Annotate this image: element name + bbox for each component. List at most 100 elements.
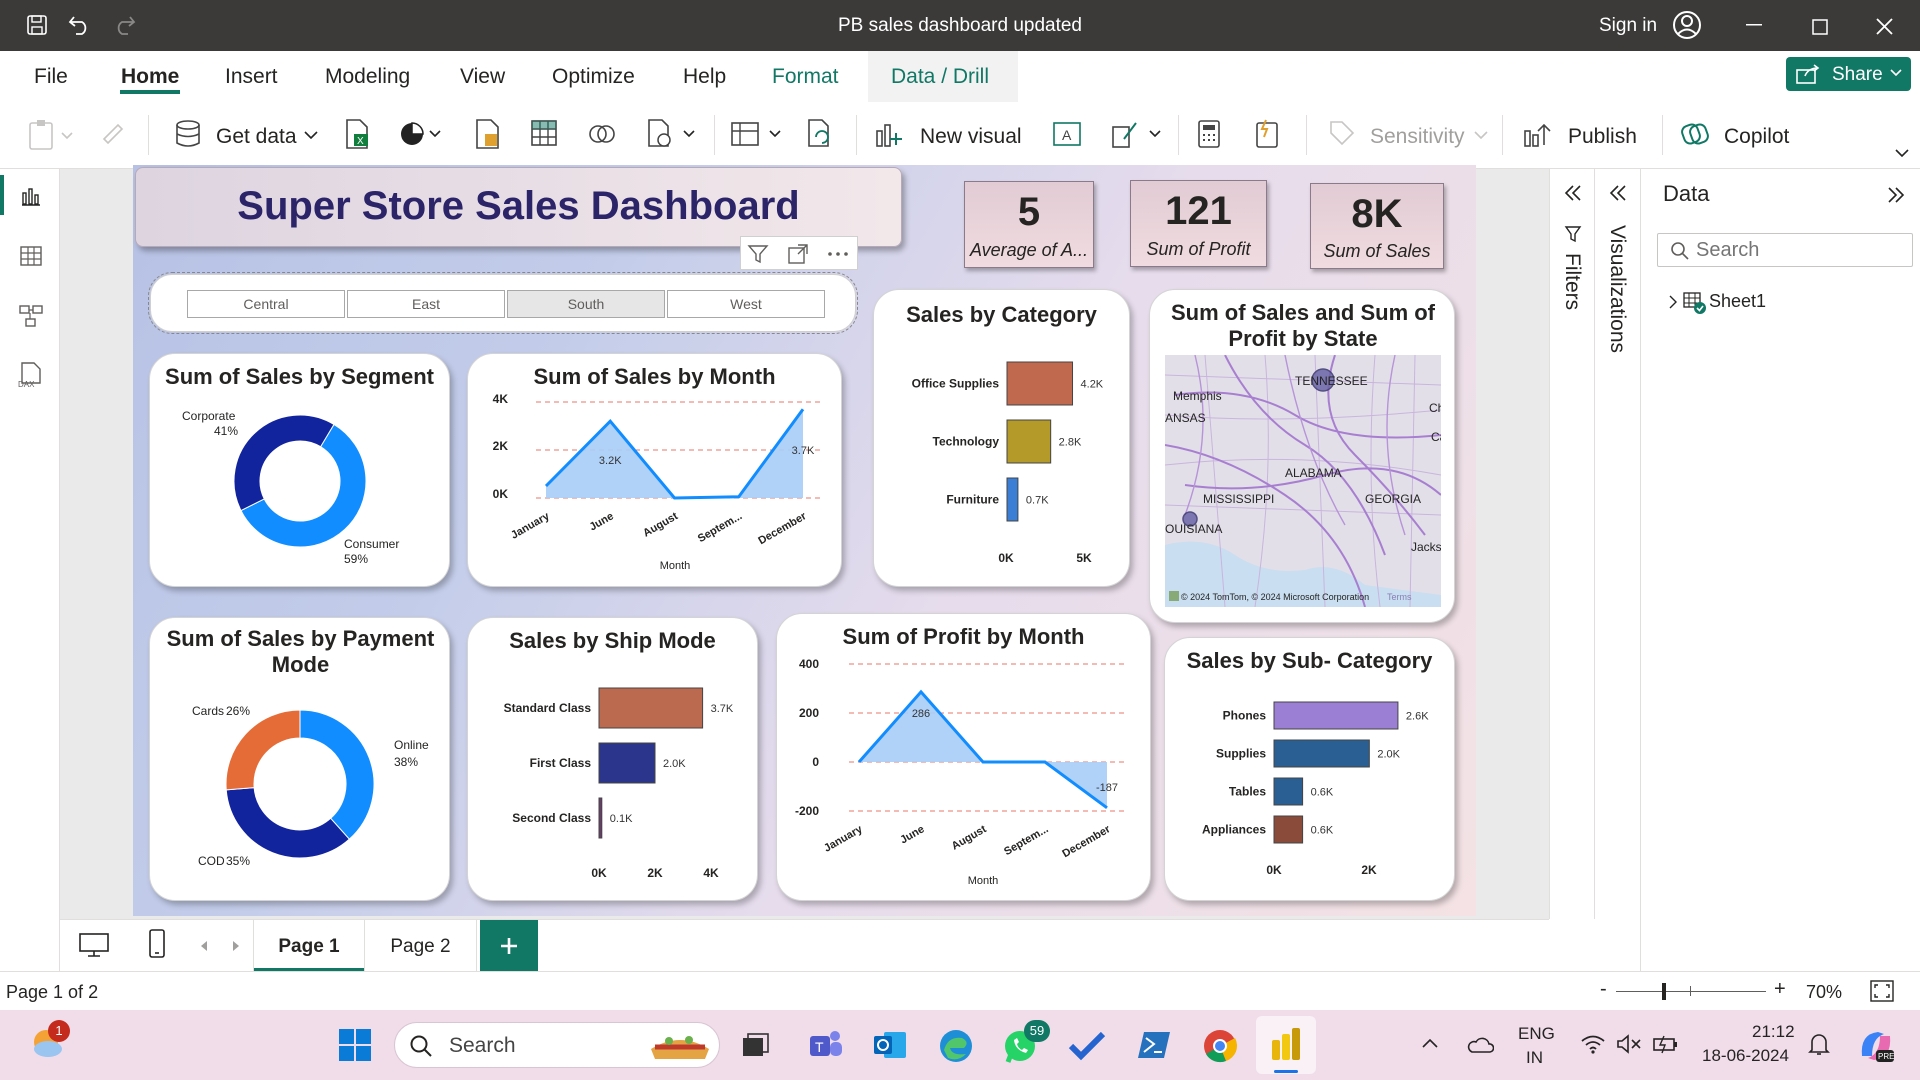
page-tab-2[interactable]: Page 2 — [365, 920, 477, 972]
chevron-down-icon[interactable] — [304, 131, 318, 139]
fit-to-page-icon[interactable] — [1870, 980, 1894, 1002]
visualizations-pane-collapsed[interactable]: Visualizations — [1594, 169, 1640, 919]
mobile-layout-icon[interactable] — [148, 929, 166, 959]
maximize-icon[interactable] — [1812, 19, 1828, 35]
more-options-icon[interactable] — [827, 251, 849, 257]
map-area[interactable]: Memphis TENNESSEE ANSAS ALABAMA MISSISSI… — [1165, 355, 1441, 607]
windows-start-icon[interactable] — [338, 1028, 372, 1062]
language-line1[interactable]: ENG — [1518, 1024, 1555, 1044]
powershell-icon[interactable] — [1136, 1030, 1172, 1060]
table-view-icon[interactable] — [20, 245, 42, 267]
clock-time[interactable]: 21:12 — [1752, 1022, 1795, 1042]
power-bi-icon[interactable] — [1270, 1026, 1302, 1062]
collapse-ribbon-icon[interactable] — [1895, 149, 1909, 157]
chart-segment-card[interactable]: Sum of Sales by Segment Corporate 41% Co… — [149, 353, 450, 587]
new-visual-icon[interactable] — [874, 119, 904, 149]
zoom-slider-thumb[interactable] — [1662, 983, 1666, 1000]
chevron-up-icon[interactable] — [1422, 1038, 1438, 1048]
desktop-layout-icon[interactable] — [78, 932, 110, 958]
new-visual-label[interactable]: New visual — [920, 125, 1022, 149]
get-data-label[interactable]: Get data — [216, 125, 297, 149]
copilot-icon[interactable] — [1680, 119, 1710, 149]
slicer-option-east[interactable]: East — [347, 290, 505, 318]
report-view-icon[interactable] — [20, 185, 42, 207]
get-data-icon[interactable] — [174, 119, 202, 149]
zoom-out-button[interactable]: - — [1600, 978, 1607, 1001]
account-icon[interactable] — [1672, 10, 1702, 40]
chart-subcategory-card[interactable]: Sales by Sub- Category 0K 2K Phones 2.6K S… — [1164, 637, 1455, 901]
zoom-in-button[interactable]: + — [1774, 978, 1786, 1001]
table-sheet1[interactable]: Sheet1 — [1669, 289, 1869, 315]
filters-pane-collapsed[interactable]: Filters — [1549, 169, 1594, 919]
sensitivity-icon[interactable] — [1328, 119, 1356, 149]
region-slicer[interactable]: Central East South West — [150, 274, 856, 332]
recent-sources-icon[interactable] — [588, 121, 616, 147]
menu-data-drill[interactable]: Data / Drill — [891, 65, 989, 89]
sign-in-button[interactable]: Sign in — [1599, 15, 1657, 37]
kpi-card-profit[interactable]: 121 Sum of Profit — [1130, 180, 1267, 267]
volume-muted-icon[interactable] — [1616, 1034, 1642, 1054]
model-view-icon[interactable] — [18, 303, 44, 329]
data-search-box[interactable] — [1657, 233, 1913, 267]
map-terms-link[interactable]: Terms — [1387, 592, 1412, 602]
menu-insert[interactable]: Insert — [225, 65, 278, 89]
filter-icon[interactable] — [747, 243, 769, 265]
chart-payment-card[interactable]: Sum of Sales by Payment Mode Cards 26% O… — [149, 617, 450, 901]
schedule-icon[interactable] — [646, 119, 698, 149]
taskbar-search-box[interactable]: Search — [394, 1022, 720, 1068]
expand-visualizations-icon[interactable] — [1608, 185, 1628, 201]
chart-category-card[interactable]: Sales by Category 0K 5K Office Supplies 4… — [873, 289, 1130, 587]
collapse-data-pane-icon[interactable] — [1886, 187, 1906, 203]
clock-date[interactable]: 18-06-2024 — [1702, 1046, 1789, 1066]
text-box-icon[interactable]: A — [1052, 121, 1082, 147]
expand-filters-icon[interactable] — [1563, 185, 1583, 201]
todo-icon[interactable] — [1068, 1030, 1106, 1062]
task-view-icon[interactable] — [740, 1032, 770, 1060]
publish-label[interactable]: Publish — [1568, 125, 1637, 149]
more-visuals-icon[interactable] — [1110, 119, 1166, 149]
filters-pane-label[interactable]: Filters — [1560, 253, 1584, 310]
chevron-right-icon[interactable] — [1669, 295, 1677, 309]
notification-bell-icon[interactable] — [1808, 1032, 1830, 1056]
dataverse-icon[interactable] — [474, 119, 502, 149]
menu-optimize[interactable]: Optimize — [552, 65, 635, 89]
onedrive-icon[interactable] — [1466, 1034, 1494, 1054]
excel-icon[interactable]: X — [344, 119, 370, 149]
slicer-option-west[interactable]: West — [667, 290, 825, 318]
chart-sales-month-card[interactable]: Sum of Sales by Month 4K 2K 0K Month Jan… — [467, 353, 842, 587]
menu-home[interactable]: Home — [121, 65, 179, 89]
data-search-input[interactable] — [1696, 238, 1896, 262]
wifi-icon[interactable] — [1580, 1034, 1606, 1054]
chevron-down-icon[interactable] — [1474, 131, 1488, 139]
share-button[interactable]: Share — [1786, 57, 1911, 91]
slicer-option-south[interactable]: South — [507, 290, 665, 318]
enter-data-icon[interactable] — [530, 119, 558, 147]
visualizations-pane-label[interactable]: Visualizations — [1605, 225, 1629, 353]
close-icon[interactable] — [1876, 18, 1893, 35]
scroll-right-icon[interactable] — [232, 940, 240, 952]
outlook-icon[interactable] — [872, 1028, 908, 1062]
menu-help[interactable]: Help — [683, 65, 726, 89]
battery-icon[interactable] — [1652, 1034, 1680, 1054]
copilot-label[interactable]: Copilot — [1724, 125, 1789, 149]
quick-measure-icon[interactable] — [1254, 119, 1280, 149]
dax-query-icon[interactable]: DAX — [16, 361, 44, 389]
copilot-taskbar-icon[interactable]: PRE — [1856, 1026, 1896, 1066]
slicer-option-central[interactable]: Central — [187, 290, 345, 318]
menu-format[interactable]: Format — [772, 65, 839, 89]
chrome-icon[interactable] — [1202, 1028, 1238, 1064]
chart-shipmode-card[interactable]: Sales by Ship Mode 0K 2K 4K Standard Cla… — [467, 617, 758, 901]
zoom-slider-track[interactable] — [1616, 991, 1766, 992]
chart-profit-month-card[interactable]: Sum of Profit by Month 400 200 0 -200 Mo… — [776, 613, 1151, 901]
kpi-card-sales[interactable]: 8K Sum of Sales — [1310, 183, 1444, 269]
menu-file[interactable]: File — [34, 65, 68, 89]
format-painter-icon[interactable] — [100, 119, 128, 147]
refresh-icon[interactable] — [806, 119, 834, 149]
publish-icon[interactable] — [1522, 119, 1552, 149]
edge-icon[interactable] — [938, 1028, 974, 1064]
paste-icon[interactable] — [28, 119, 76, 151]
focus-mode-icon[interactable] — [787, 243, 809, 265]
kpi-card-average[interactable]: 5 Average of A... — [964, 181, 1094, 268]
minimize-icon[interactable] — [1746, 24, 1762, 26]
add-page-button[interactable] — [480, 920, 538, 972]
